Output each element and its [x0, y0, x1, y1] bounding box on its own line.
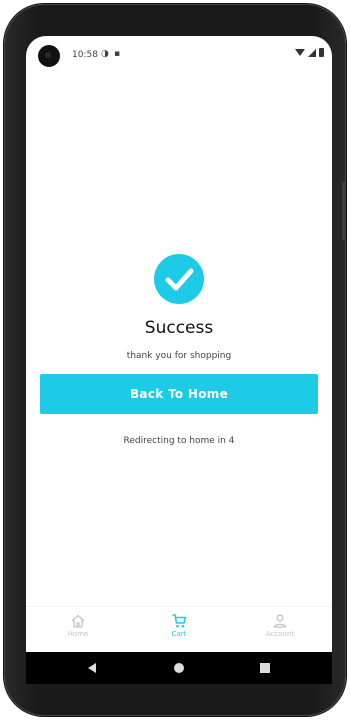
- status-bar: 10:58 ◑ ▪: [26, 36, 332, 74]
- success-check-icon: [154, 254, 204, 304]
- status-time: 10:58: [72, 50, 98, 60]
- redirect-countdown: Redirecting to home in 4: [123, 436, 235, 446]
- home-circle-icon[interactable]: [174, 663, 184, 673]
- battery-icon: [319, 48, 324, 57]
- front-camera: [38, 45, 60, 67]
- wifi-icon: [295, 49, 305, 56]
- nav-label-home: Home: [67, 630, 89, 638]
- data-saver-icon: ◑: [101, 49, 109, 59]
- nav-item-account[interactable]: Account: [240, 613, 320, 638]
- account-icon: [273, 614, 287, 628]
- nav-item-cart[interactable]: Cart: [139, 613, 219, 638]
- phone-frame: 10:58 ◑ ▪ Success thank you for shopping…: [4, 4, 346, 716]
- status-right-icons: [295, 48, 324, 57]
- nav-label-cart: Cart: [171, 630, 187, 638]
- nav-item-home[interactable]: Home: [38, 613, 118, 638]
- side-button: [342, 182, 346, 240]
- back-icon[interactable]: [88, 663, 96, 673]
- back-to-home-button[interactable]: Back To Home: [40, 374, 318, 414]
- sd-card-icon: ▪: [114, 49, 121, 59]
- home-icon: [71, 614, 85, 628]
- screen: 10:58 ◑ ▪ Success thank you for shopping…: [26, 36, 332, 684]
- nav-label-account: Account: [265, 630, 295, 638]
- system-nav-bar: [26, 652, 332, 684]
- signal-icon: [308, 48, 316, 57]
- cart-icon: [172, 614, 187, 628]
- bottom-nav: Home Cart Account: [26, 606, 332, 653]
- recent-apps-icon[interactable]: [260, 663, 270, 673]
- success-title: Success: [144, 318, 214, 338]
- success-subtitle: thank you for shopping: [126, 351, 232, 361]
